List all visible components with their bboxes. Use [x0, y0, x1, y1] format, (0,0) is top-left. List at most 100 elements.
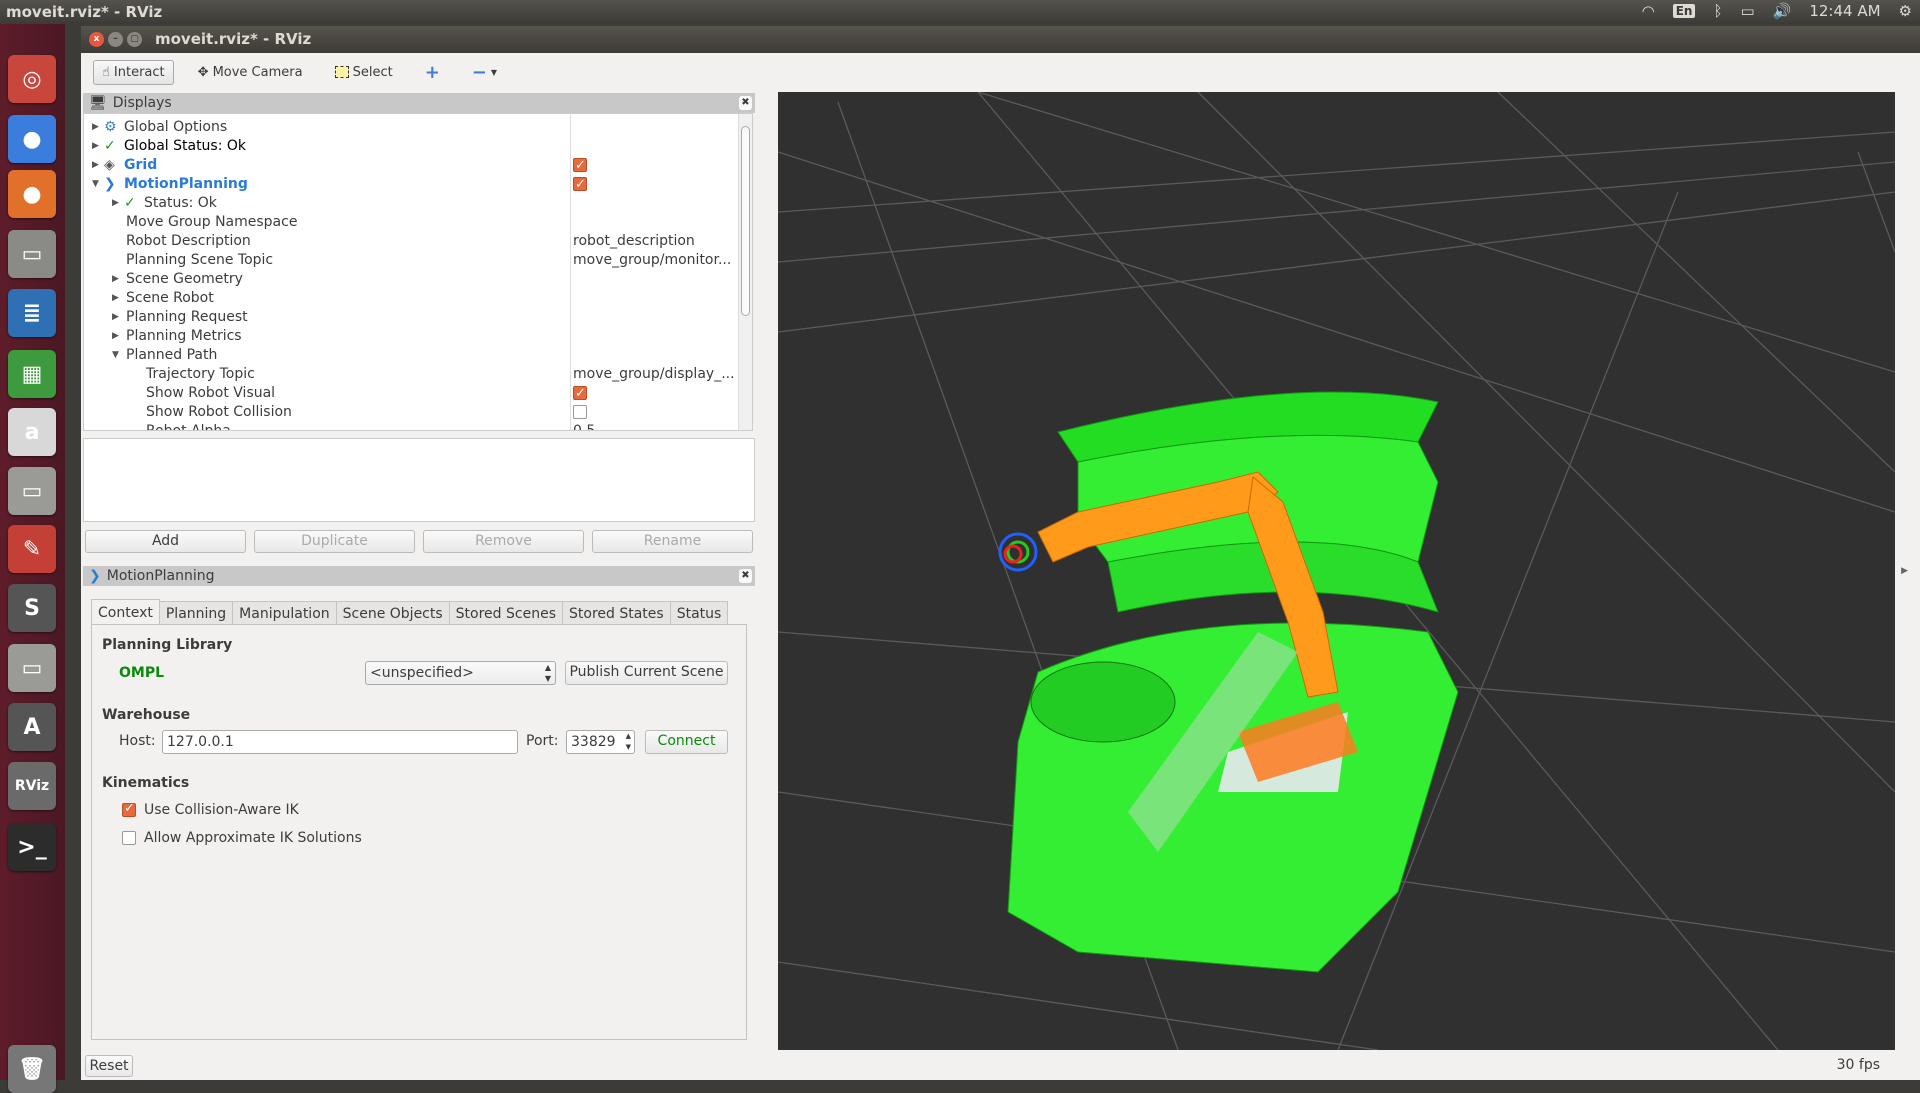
- display-row[interactable]: ▼ ❯ MotionPlanning: [84, 175, 752, 194]
- display-row[interactable]: ▶ ✓ Status: Ok: [84, 194, 752, 213]
- displays-tree: ▶ ⚙ Global Options ▶ ✓ Global Status: Ok ▶ ◈ Gri…: [83, 113, 753, 431]
- display-row[interactable]: ▶ Planning Metrics: [84, 327, 752, 346]
- clock[interactable]: 12:44 AM: [1809, 2, 1880, 20]
- spin-arrows-icon[interactable]: ▲ ▼: [626, 731, 631, 753]
- port-spinbox[interactable]: 33829 ▲ ▼: [566, 730, 635, 754]
- planning-library-heading: Planning Library: [102, 637, 233, 653]
- warehouse-heading: Warehouse: [102, 707, 191, 723]
- scene-render[interactable]: [778, 92, 1895, 1050]
- port-label: Port:: [526, 733, 559, 749]
- minimize-window-button[interactable]: –: [108, 32, 123, 47]
- launcher-calc-icon[interactable]: ▦: [8, 350, 56, 398]
- checkbox-unchecked[interactable]: [573, 403, 587, 422]
- display-row[interactable]: Robot Alpha 0.5: [84, 422, 752, 431]
- wifi-icon[interactable]: ◠: [1642, 2, 1655, 20]
- interact-tool-button[interactable]: ☝ Interact: [93, 59, 174, 85]
- reset-button[interactable]: Reset: [85, 1055, 133, 1077]
- collision-aware-ik-checkbox[interactable]: Use Collision-Aware IK: [122, 801, 299, 818]
- expand-arrow-icon[interactable]: ▶: [92, 118, 99, 137]
- tab-stored-scenes[interactable]: Stored Scenes: [448, 601, 563, 625]
- launcher-trash-icon[interactable]: 🗑: [8, 1045, 56, 1093]
- bluetooth-icon[interactable]: ᛒ: [1713, 2, 1722, 20]
- close-displays-panel-button[interactable]: ✖: [739, 96, 752, 110]
- rename-display-button[interactable]: Rename: [592, 530, 753, 553]
- display-row[interactable]: ▶ Planning Request: [84, 308, 752, 327]
- tab-planning[interactable]: Planning: [158, 601, 234, 625]
- launcher-chrome-icon[interactable]: ●: [8, 115, 56, 163]
- planner-select[interactable]: <unspecified> ▲ ▼: [365, 661, 556, 685]
- launcher-terminal-icon[interactable]: >_: [8, 823, 56, 871]
- volume-icon[interactable]: 🔊: [1773, 2, 1792, 20]
- select-tool-button[interactable]: Select: [327, 61, 401, 84]
- connect-button[interactable]: Connect: [645, 730, 728, 754]
- checkbox-checked[interactable]: [573, 175, 587, 194]
- expand-arrow-icon[interactable]: ▶: [112, 270, 119, 289]
- publish-current-scene-button[interactable]: Publish Current Scene: [565, 661, 728, 685]
- expand-arrow-icon[interactable]: ▶: [112, 327, 119, 346]
- display-row[interactable]: Planning Scene Topic move_group/monitor..…: [84, 251, 752, 270]
- display-row[interactable]: Move Group Namespace: [84, 213, 752, 232]
- expand-arrow-icon[interactable]: ▶: [112, 308, 119, 327]
- keyboard-layout-indicator[interactable]: En: [1672, 4, 1696, 18]
- remove-tool-button[interactable]: − ▼: [464, 58, 505, 87]
- launcher-writer-icon[interactable]: ≣: [8, 289, 56, 337]
- remove-display-button[interactable]: Remove: [423, 530, 584, 553]
- tab-manipulation[interactable]: Manipulation: [232, 601, 337, 625]
- checkbox-checked[interactable]: [573, 384, 587, 403]
- maximize-window-button[interactable]: ▢: [127, 32, 142, 47]
- collapse-arrow-icon[interactable]: ▼: [92, 175, 99, 194]
- expand-arrow-icon[interactable]: ▶: [92, 156, 99, 175]
- active-window-title: moveit.rviz* - RViz: [6, 3, 163, 21]
- display-row[interactable]: ▶ ◈ Grid: [84, 156, 752, 175]
- display-row[interactable]: Show Robot Visual: [84, 384, 752, 403]
- launcher-drive2-icon[interactable]: ▭: [8, 644, 56, 692]
- display-row[interactable]: ▶ ✓ Global Status: Ok: [84, 137, 752, 156]
- display-row-value[interactable]: 0.5: [573, 422, 595, 430]
- display-row[interactable]: ▶ Scene Geometry: [84, 270, 752, 289]
- displays-scrollbar[interactable]: [738, 114, 752, 430]
- close-motion-panel-button[interactable]: ✖: [739, 569, 752, 583]
- tab-context[interactable]: Context: [91, 599, 160, 625]
- collapse-right-arrow-icon[interactable]: ▶: [1901, 566, 1908, 576]
- add-display-button[interactable]: Add: [85, 530, 246, 553]
- expand-arrow-icon[interactable]: ▶: [112, 194, 119, 213]
- power-gear-icon[interactable]: ⚙: [1899, 2, 1912, 20]
- launcher-drive-icon[interactable]: ▭: [8, 467, 56, 515]
- launcher-software-updater-icon[interactable]: A: [8, 703, 56, 751]
- 3d-render-view[interactable]: ◀: [778, 92, 1895, 1050]
- launcher-settings-icon[interactable]: ✎: [8, 525, 56, 573]
- launcher-rviz-icon[interactable]: RViz: [8, 762, 56, 810]
- scrollbar-thumb[interactable]: [741, 126, 750, 316]
- display-row[interactable]: ▼ Planned Path: [84, 346, 752, 365]
- display-row-value[interactable]: robot_description: [573, 232, 695, 251]
- add-tool-button[interactable]: +: [417, 58, 448, 87]
- expand-arrow-icon[interactable]: ▶: [112, 289, 119, 308]
- display-row-label: Grid: [124, 157, 158, 173]
- display-row[interactable]: Robot Description robot_description: [84, 232, 752, 251]
- tab-stored-states[interactable]: Stored States: [562, 601, 671, 625]
- launcher-sublime-icon[interactable]: S: [8, 584, 56, 632]
- expand-arrow-icon[interactable]: ▶: [92, 137, 99, 156]
- port-value: 33829: [571, 734, 616, 750]
- duplicate-display-button[interactable]: Duplicate: [254, 530, 415, 553]
- approximate-ik-checkbox[interactable]: Allow Approximate IK Solutions: [122, 830, 362, 846]
- display-row-value[interactable]: move_group/display_...: [573, 365, 735, 384]
- checkbox-checked[interactable]: [573, 156, 587, 175]
- tab-scene-objects[interactable]: Scene Objects: [335, 601, 450, 625]
- battery-icon[interactable]: ▭: [1740, 2, 1754, 20]
- launcher-ubuntu-dash-icon[interactable]: ◎: [8, 55, 56, 103]
- display-row[interactable]: Trajectory Topic move_group/display_...: [84, 365, 752, 384]
- display-row[interactable]: ▶ Scene Robot: [84, 289, 752, 308]
- display-row-value[interactable]: move_group/monitor...: [573, 251, 731, 270]
- display-row-label: Robot Alpha: [146, 423, 231, 431]
- display-row[interactable]: ▶ ⚙ Global Options: [84, 118, 752, 137]
- tab-status[interactable]: Status: [669, 601, 729, 625]
- display-row[interactable]: Show Robot Collision: [84, 403, 752, 422]
- close-window-button[interactable]: x: [89, 32, 104, 47]
- move-camera-tool-button[interactable]: ✥ Move Camera: [190, 61, 311, 84]
- launcher-files-icon[interactable]: ▭: [8, 230, 56, 278]
- launcher-amazon-icon[interactable]: a: [8, 408, 56, 456]
- collapse-arrow-icon[interactable]: ▼: [112, 346, 119, 365]
- host-input[interactable]: 127.0.0.1: [162, 730, 518, 754]
- launcher-firefox-icon[interactable]: ●: [8, 170, 56, 218]
